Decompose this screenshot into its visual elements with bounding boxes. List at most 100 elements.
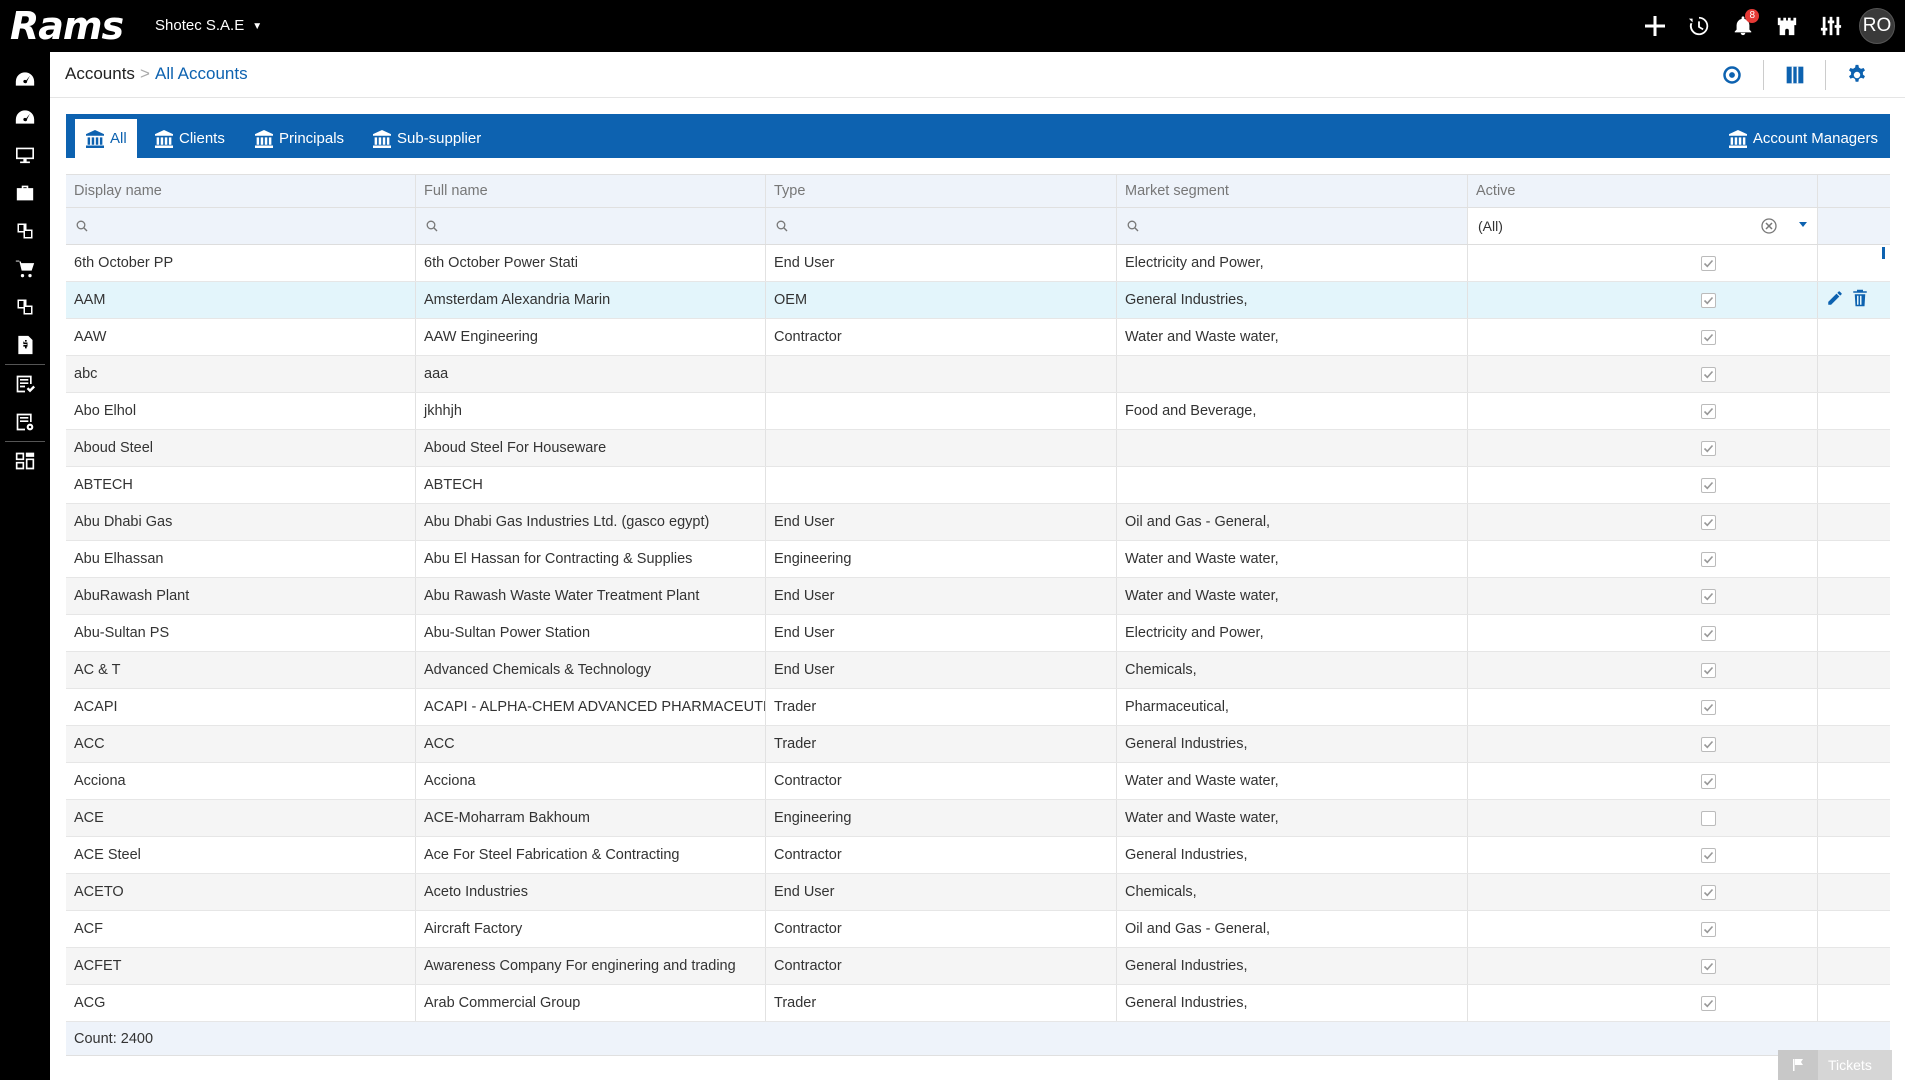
column-header-full-name[interactable]: Full name (416, 175, 766, 207)
table-row[interactable]: ACC ACC Trader General Industries, (66, 726, 1890, 763)
cell-type: OEM (766, 282, 1117, 318)
castle-icon[interactable] (1765, 0, 1809, 52)
table-row[interactable]: ACETO Aceto Industries End User Chemicals, (66, 874, 1890, 911)
cell-display-name: ACE (66, 800, 416, 836)
cart-icon[interactable] (0, 250, 50, 288)
table-row[interactable]: Aboud Steel Aboud Steel For Houseware (66, 430, 1890, 467)
column-header-display-name[interactable]: Display name (66, 175, 416, 207)
tickets-button[interactable]: Tickets (1778, 1050, 1892, 1080)
briefcase-icon[interactable] (0, 174, 50, 212)
filter-full-name[interactable] (416, 208, 766, 244)
active-checkbox[interactable] (1701, 848, 1716, 863)
dashboard-icon[interactable] (0, 60, 50, 98)
tab-clients[interactable]: Clients (144, 119, 235, 158)
column-header-type[interactable]: Type (766, 175, 1117, 207)
cell-active (1468, 430, 1818, 466)
active-checkbox[interactable] (1701, 626, 1716, 641)
table-row[interactable]: ACFET Awareness Company For enginering an… (66, 948, 1890, 985)
clear-icon[interactable] (1761, 218, 1777, 234)
modules-icon[interactable] (0, 212, 50, 250)
table-row[interactable]: Abu-Sultan PS Abu-Sultan Power Station End… (66, 615, 1890, 652)
cell-type (766, 393, 1117, 429)
layout-grid-icon[interactable] (0, 442, 50, 480)
active-checkbox[interactable] (1701, 404, 1716, 419)
cell-type (766, 356, 1117, 392)
table-row[interactable]: Acciona Acciona Contractor Water and Waste … (66, 763, 1890, 800)
column-header-active[interactable]: Active (1468, 175, 1818, 207)
company-selector[interactable]: Shotec S.A.E ▼ (155, 17, 262, 34)
table-row[interactable]: AbuRawash Plant Abu Rawash Waste Water Tr… (66, 578, 1890, 615)
cell-full-name: ACAPI - ALPHA-CHEM ADVANCED PHARMACEUTIC… (416, 689, 766, 725)
user-avatar[interactable]: RO (1859, 8, 1895, 44)
breadcrumb-separator: > (140, 64, 150, 83)
table-row[interactable]: AAM Amsterdam Alexandria Marin OEM General … (66, 282, 1890, 319)
active-checkbox[interactable] (1701, 552, 1716, 567)
add-icon[interactable] (1633, 0, 1677, 52)
active-checkbox[interactable] (1701, 589, 1716, 604)
delete-trash-icon[interactable] (1852, 289, 1868, 307)
invoice-icon[interactable] (0, 326, 50, 364)
cell-display-name: AAW (66, 319, 416, 355)
active-checkbox[interactable] (1701, 663, 1716, 678)
checklist-icon[interactable] (0, 365, 50, 403)
grid-scrollbar[interactable] (1882, 247, 1885, 259)
table-row[interactable]: AAW AAW Engineering Contractor Water and Wa… (66, 319, 1890, 356)
active-checkbox[interactable] (1701, 885, 1716, 900)
table-row[interactable]: abc aaa (66, 356, 1890, 393)
table-row[interactable]: Abu Elhassan Abu El Hassan for Contractin… (66, 541, 1890, 578)
cell-display-name: Abo Elhol (66, 393, 416, 429)
app-logo[interactable]: Rams (10, 6, 124, 46)
columns-icon[interactable] (1763, 60, 1825, 90)
table-row[interactable]: Abu Dhabi Gas Abu Dhabi Gas Industries Lt… (66, 504, 1890, 541)
tab-all[interactable]: All (75, 119, 137, 158)
filter-display-name[interactable] (66, 208, 416, 244)
table-row[interactable]: ACF Aircraft Factory Contractor Oil and Gas… (66, 911, 1890, 948)
active-checkbox[interactable] (1701, 515, 1716, 530)
cell-actions (1818, 689, 1890, 725)
chevron-down-icon[interactable] (1799, 222, 1807, 227)
filter-market-segment[interactable] (1117, 208, 1468, 244)
dashboard-2-icon[interactable] (0, 98, 50, 136)
column-header-market-segment[interactable]: Market segment (1117, 175, 1468, 207)
active-checkbox[interactable] (1701, 922, 1716, 937)
table-row[interactable]: ABTECH ABTECH (66, 467, 1890, 504)
active-checkbox[interactable] (1701, 367, 1716, 382)
history-icon[interactable] (1677, 0, 1721, 52)
cell-display-name: ACE Steel (66, 837, 416, 873)
table-row[interactable]: AC & T Advanced Chemicals & Technology End… (66, 652, 1890, 689)
table-row[interactable]: Abo Elhol jkhhjh Food and Beverage, (66, 393, 1890, 430)
cell-market-segment: Chemicals, (1117, 652, 1468, 688)
tab-account-managers[interactable]: Account Managers (1718, 119, 1888, 158)
active-checkbox[interactable] (1701, 996, 1716, 1011)
filter-type[interactable] (766, 208, 1117, 244)
active-checkbox[interactable] (1701, 293, 1716, 308)
active-checkbox[interactable] (1701, 774, 1716, 789)
active-checkbox[interactable] (1701, 959, 1716, 974)
tab-principals[interactable]: Principals (244, 119, 354, 158)
active-checkbox[interactable] (1701, 256, 1716, 271)
monitor-icon[interactable] (0, 136, 50, 174)
table-row[interactable]: ACE ACE-Moharram Bakhoum Engineering Water … (66, 800, 1890, 837)
breadcrumb-root[interactable]: Accounts (65, 64, 135, 84)
table-row[interactable]: ACAPI ACAPI - ALPHA-CHEM ADVANCED PHARMAC… (66, 689, 1890, 726)
table-row[interactable]: ACG Arab Commercial Group Trader General In… (66, 985, 1890, 1022)
active-checkbox[interactable] (1701, 811, 1716, 826)
active-checkbox[interactable] (1701, 737, 1716, 752)
tab-clients-label: Clients (179, 130, 225, 147)
table-row[interactable]: ACE Steel Ace For Steel Fabrication & Con… (66, 837, 1890, 874)
active-checkbox[interactable] (1701, 700, 1716, 715)
active-checkbox[interactable] (1701, 478, 1716, 493)
settings-gear-icon[interactable] (1825, 60, 1887, 90)
modules-2-icon[interactable] (0, 288, 50, 326)
active-checkbox[interactable] (1701, 330, 1716, 345)
sliders-icon[interactable] (1809, 0, 1853, 52)
table-row[interactable]: 6th October PP 6th October Power Stati End… (66, 245, 1890, 282)
notifications-bell-icon[interactable]: 8 (1721, 0, 1765, 52)
filter-active-select[interactable]: (All) (1468, 208, 1818, 244)
cell-display-name: AAM (66, 282, 416, 318)
active-checkbox[interactable] (1701, 441, 1716, 456)
report-settings-icon[interactable] (0, 403, 50, 441)
edit-pencil-icon[interactable] (1826, 289, 1844, 307)
tab-sub-supplier[interactable]: Sub-supplier (362, 119, 491, 158)
refresh-icon[interactable] (1701, 60, 1763, 90)
